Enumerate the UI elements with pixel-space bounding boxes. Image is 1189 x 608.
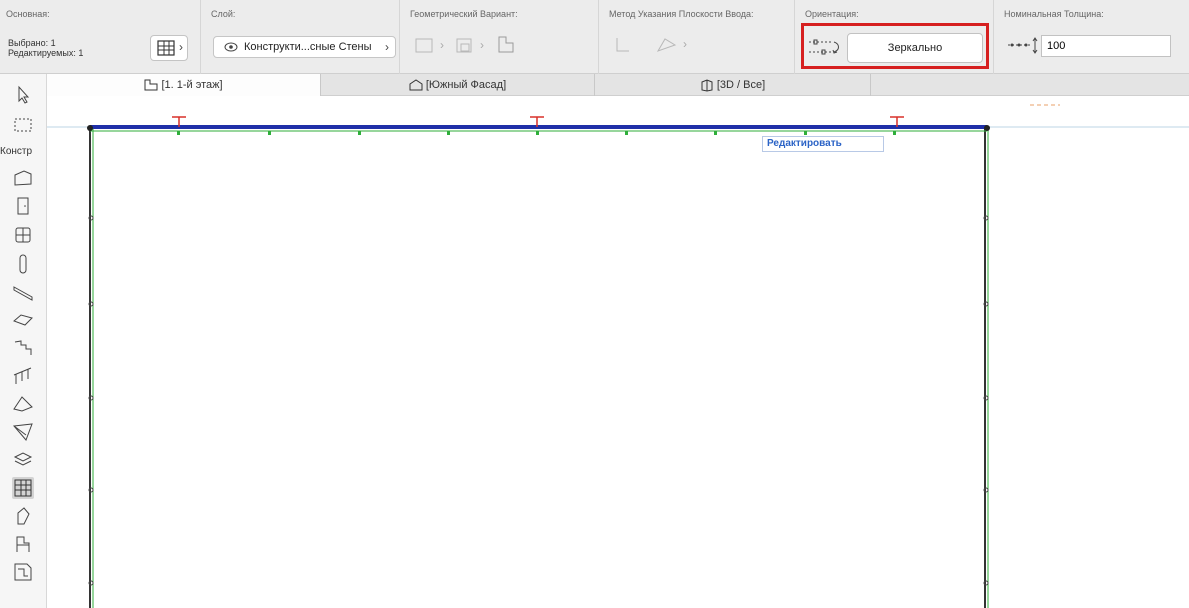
railing-tool[interactable] [12, 365, 34, 387]
arrow-tool[interactable] [12, 84, 34, 106]
3d-view-icon [701, 79, 713, 92]
wall-icon [14, 170, 32, 186]
chevron-right-icon: › [480, 38, 484, 52]
drawing-canvas[interactable] [47, 96, 1189, 608]
elevation-icon [409, 79, 423, 91]
chevron-right-icon: › [440, 38, 444, 52]
panel-orientation-title: Ориентация: [805, 9, 859, 19]
window-icon [15, 227, 31, 243]
tab-label: [3D / Все] [716, 79, 766, 91]
column-icon [19, 254, 27, 274]
zone-tool[interactable] [12, 561, 34, 583]
floor-plan-icon [144, 79, 158, 91]
marquee-tool[interactable] [12, 114, 34, 136]
stair-tool[interactable] [12, 337, 34, 359]
editable-count: Редактируемых: 1 [8, 48, 84, 58]
panel-geometry-title: Геометрический Вариант: [410, 9, 518, 19]
door-tool[interactable] [12, 195, 34, 217]
curtain-wall-tool[interactable] [12, 477, 34, 499]
slab-tool[interactable] [12, 309, 34, 331]
plan-drawing [47, 104, 1189, 608]
curtain-wall-icon [14, 479, 32, 497]
element-settings-button[interactable]: › [150, 35, 188, 61]
chevron-right-icon: › [683, 37, 687, 51]
tab-label: [1. 1-й этаж] [161, 79, 223, 91]
toolbox-section-label: Констр [0, 146, 33, 157]
panel-layer-title: Слой: [211, 9, 236, 19]
skylight-tool[interactable] [12, 505, 34, 527]
object-tool[interactable] [12, 533, 34, 555]
column-tool[interactable] [12, 253, 34, 275]
panel-geometry: Геометрический Вариант: › › [400, 0, 599, 74]
morph-tool[interactable] [12, 449, 34, 471]
beam-tool[interactable] [12, 281, 34, 303]
chevron-right-icon: › [179, 40, 183, 54]
rectangle-method-icon[interactable] [414, 36, 436, 56]
wall-tool[interactable] [12, 168, 34, 190]
thickness-input[interactable] [1041, 35, 1171, 57]
shell-tool[interactable] [12, 421, 34, 443]
railing-icon [13, 367, 32, 384]
tab-label: [Южный Фасад] [425, 79, 507, 91]
slab-icon [13, 314, 33, 326]
panel-thickness-title: Номинальная Толщина: [1004, 9, 1104, 19]
zone-icon [14, 563, 32, 581]
panel-method-title: Метод Указания Плоскости Ввода: [609, 9, 754, 19]
panel-main: Основная: Выбрано: 1 Редактируемых: 1 › [0, 0, 201, 74]
view-tab-bar: [1. 1-й этаж] [Южный Фасад] [3D / Все] [47, 74, 1189, 96]
window-tool[interactable] [12, 224, 34, 246]
toolbox: Констр [0, 74, 47, 608]
mirror-button[interactable]: Зеркально [847, 33, 983, 63]
rotated-rectangle-icon[interactable] [454, 36, 476, 56]
door-icon [17, 197, 29, 215]
marquee-icon [14, 118, 32, 132]
plane-method-icon[interactable] [611, 34, 635, 56]
selected-count: Выбрано: 1 [8, 38, 56, 48]
skylight-icon [17, 507, 30, 525]
panel-input-plane: Метод Указания Плоскости Ввода: › [599, 0, 795, 74]
tab-3d[interactable]: [3D / Все] [595, 74, 871, 96]
thickness-icon [1008, 37, 1038, 54]
eye-icon [224, 42, 238, 52]
panel-layer: Слой: Конструкти...сные Стены › [201, 0, 400, 74]
layer-name: Конструкти...сные Стены [244, 41, 372, 53]
object-icon [16, 536, 30, 552]
plane-3d-icon[interactable] [655, 36, 679, 54]
layer-selector[interactable]: Конструкти...сные Стены › [213, 36, 396, 58]
mirror-orientation-icon[interactable] [806, 36, 844, 60]
panel-main-title: Основная: [6, 9, 50, 19]
shell-icon [13, 423, 33, 441]
edit-tooltip[interactable]: Редактировать [762, 136, 884, 152]
arrow-icon [18, 85, 30, 104]
tab-elevation[interactable]: [Южный Фасад] [321, 74, 595, 96]
chevron-right-icon: › [385, 40, 389, 54]
stair-icon [14, 340, 32, 355]
beam-icon [13, 286, 33, 301]
curtain-wall-icon [157, 40, 175, 56]
polygon-method-icon[interactable] [494, 34, 516, 56]
roof-icon [13, 396, 33, 412]
tab-floor-plan[interactable]: [1. 1-й этаж] [47, 74, 321, 96]
roof-tool[interactable] [12, 393, 34, 415]
morph-icon [13, 452, 33, 466]
info-box: Основная: Выбрано: 1 Редактируемых: 1 › … [0, 0, 1189, 74]
